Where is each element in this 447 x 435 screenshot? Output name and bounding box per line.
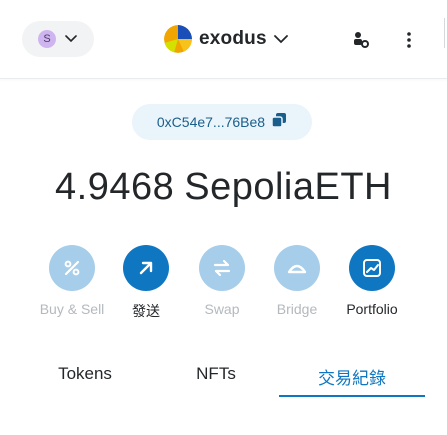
swap-button[interactable]: Swap: [182, 245, 262, 317]
address-copy-button[interactable]: 0xC54e7...76Be8: [132, 104, 312, 140]
bridge-label: Bridge: [276, 301, 318, 317]
chevron-down-icon: [64, 32, 78, 46]
balance-display: 4.9468 SepoliaETH: [0, 166, 447, 209]
window-edge: [444, 18, 445, 48]
buy-sell-button[interactable]: Buy & Sell: [32, 245, 112, 317]
send-arrow-icon: [123, 245, 169, 291]
account-name: exodus: [199, 28, 267, 49]
account-picker[interactable]: exodus: [160, 22, 292, 56]
portfolio-chart-icon: [349, 245, 395, 291]
network-avatar: S: [38, 30, 56, 48]
balance-amount: 4.9468: [55, 166, 175, 208]
tab-activity[interactable]: 交易紀錄: [279, 355, 425, 397]
chevron-down-icon: [273, 32, 288, 46]
swap-icon: [199, 245, 245, 291]
wallet-home: S exodus 0xC54e7...76Be8 4.9468 SepoliaE…: [0, 0, 447, 435]
copy-icon: [271, 112, 287, 133]
connected-sites-icon[interactable]: [349, 28, 373, 52]
buy-sell-label: Buy & Sell: [39, 301, 105, 317]
buy-sell-icon: [49, 245, 95, 291]
portfolio-button[interactable]: Portfolio: [332, 245, 412, 317]
account-identicon-icon: [164, 25, 192, 53]
balance-unit: SepoliaETH: [184, 166, 392, 208]
network-picker[interactable]: S: [22, 21, 94, 57]
swap-label: Swap: [204, 301, 240, 317]
app-header: S exodus: [0, 0, 447, 79]
more-vertical-icon[interactable]: [398, 28, 420, 52]
account-address: 0xC54e7...76Be8: [156, 114, 266, 130]
tab-nfts[interactable]: NFTs: [143, 355, 289, 397]
portfolio-label: Portfolio: [346, 301, 398, 317]
wallet-actions: Buy & Sell 發送 Swap Bridge Portfolio: [0, 245, 447, 325]
send-button[interactable]: 發送: [106, 245, 186, 321]
tab-tokens[interactable]: Tokens: [12, 355, 158, 397]
bridge-button[interactable]: Bridge: [257, 245, 337, 317]
send-label: 發送: [132, 303, 160, 319]
asset-tabs: Tokens NFTs 交易紀錄: [0, 355, 447, 399]
bridge-icon: [274, 245, 320, 291]
